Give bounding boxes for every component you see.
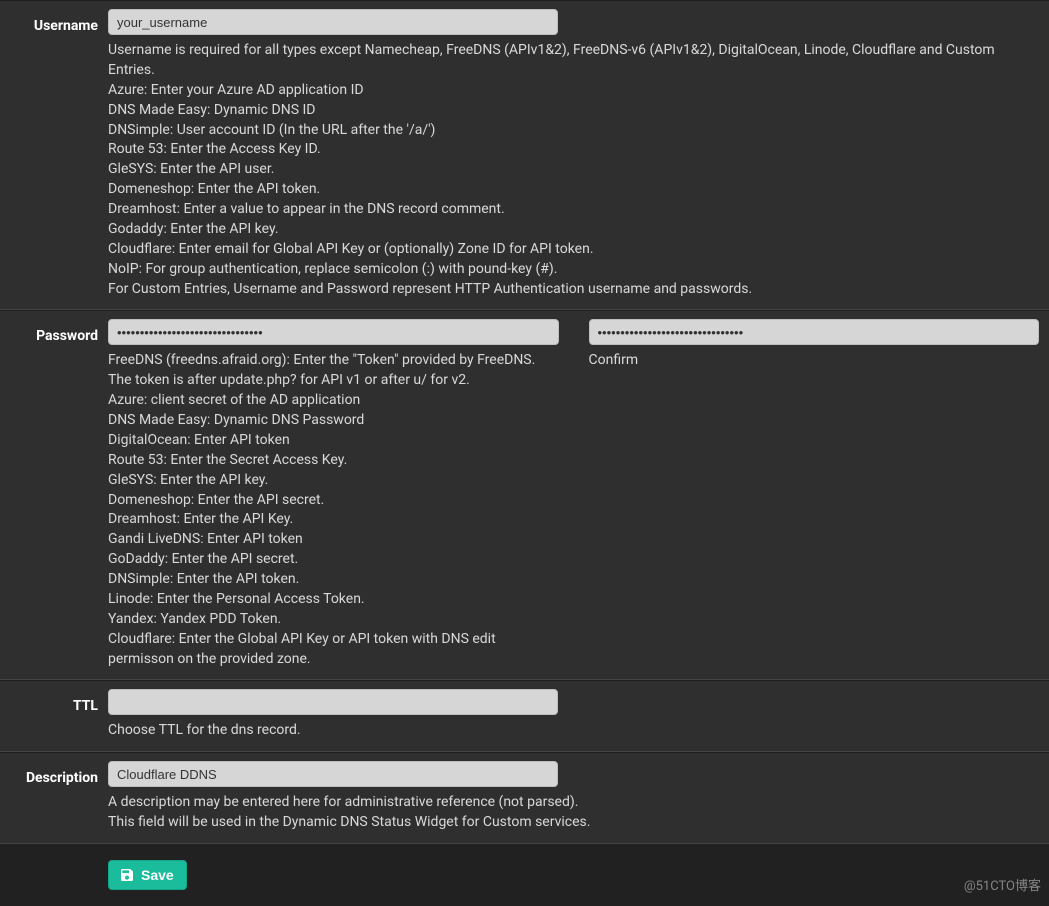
username-help: Username is required for all types excep… — [108, 41, 1039, 299]
help-line: Choose TTL for the dns record. — [108, 721, 1039, 741]
help-line: Domeneshop: Enter the API token. — [108, 180, 1039, 200]
help-line: Dreamhost: Enter the API Key. — [108, 510, 559, 530]
help-line: DNSimple: User account ID (In the URL af… — [108, 121, 1039, 141]
help-line: A description may be entered here for ad… — [108, 793, 1039, 813]
password-confirm-input[interactable] — [589, 319, 1040, 345]
help-line: NoIP: For group authentication, replace … — [108, 260, 1039, 280]
description-section: Description A description may be entered… — [0, 752, 1049, 844]
ttl-section: TTL Choose TTL for the dns record. — [0, 680, 1049, 752]
username-section: Username Username is required for all ty… — [0, 0, 1049, 310]
password-section: Password FreeDNS (freedns.afraid.org): E… — [0, 310, 1049, 680]
description-input[interactable] — [108, 761, 558, 787]
help-line: GleSYS: Enter the API user. — [108, 160, 1039, 180]
help-line: Cloudflare: Enter email for Global API K… — [108, 240, 1039, 260]
help-line: DigitalOcean: Enter API token — [108, 431, 559, 451]
help-line: GoDaddy: Enter the API secret. — [108, 550, 559, 570]
help-line: Godaddy: Enter the API key. — [108, 220, 1039, 240]
help-line: Route 53: Enter the Secret Access Key. — [108, 451, 559, 471]
username-input[interactable] — [108, 9, 558, 35]
help-line: DNS Made Easy: Dynamic DNS Password — [108, 411, 559, 431]
help-line: Gandi LiveDNS: Enter API token — [108, 530, 559, 550]
ttl-help: Choose TTL for the dns record. — [108, 721, 1039, 741]
username-label: Username — [0, 9, 108, 299]
help-line: DNS Made Easy: Dynamic DNS ID — [108, 101, 1039, 121]
help-line: Dreamhost: Enter a value to appear in th… — [108, 200, 1039, 220]
help-line: Yandex: Yandex PDD Token. — [108, 610, 559, 630]
help-line: Azure: Enter your Azure AD application I… — [108, 81, 1039, 101]
help-line: For Custom Entries, Username and Passwor… — [108, 280, 1039, 300]
description-help: A description may be entered here for ad… — [108, 793, 1039, 833]
password-input[interactable] — [108, 319, 559, 345]
watermark: @51CTO博客 — [964, 878, 1041, 896]
help-line: DNSimple: Enter the API token. — [108, 570, 559, 590]
save-button[interactable]: Save — [108, 860, 187, 890]
ttl-label: TTL — [0, 689, 108, 741]
save-icon — [119, 867, 135, 883]
help-line: This field will be used in the Dynamic D… — [108, 813, 1039, 833]
password-help: FreeDNS (freedns.afraid.org): Enter the … — [108, 351, 559, 669]
help-line: Azure: client secret of the AD applicati… — [108, 391, 559, 411]
save-button-label: Save — [141, 867, 174, 883]
help-line: Username is required for all types excep… — [108, 41, 1039, 81]
help-line: Linode: Enter the Personal Access Token. — [108, 590, 559, 610]
form-footer: Save @51CTO博客 — [0, 844, 1049, 906]
password-confirm-label: Confirm — [589, 351, 1040, 371]
password-label: Password — [0, 319, 108, 669]
help-line: FreeDNS (freedns.afraid.org): Enter the … — [108, 351, 559, 391]
ttl-input[interactable] — [108, 689, 558, 715]
help-line: Route 53: Enter the Access Key ID. — [108, 140, 1039, 160]
help-line: Cloudflare: Enter the Global API Key or … — [108, 630, 559, 670]
description-label: Description — [0, 761, 108, 833]
help-line: GleSYS: Enter the API key. — [108, 471, 559, 491]
help-line: Domeneshop: Enter the API secret. — [108, 491, 559, 511]
